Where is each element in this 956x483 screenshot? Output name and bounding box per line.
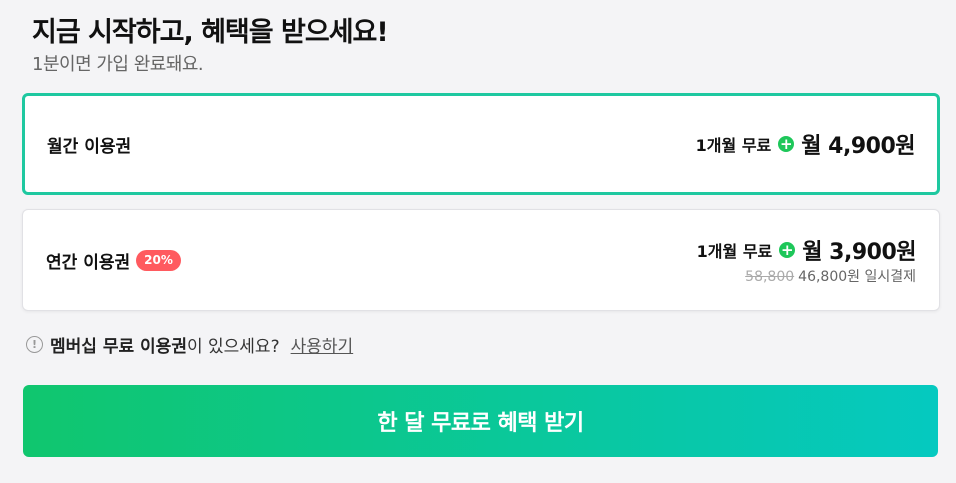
plan-name-label: 연간 이용권: [46, 253, 131, 273]
plan-price: 월 3,900원: [802, 240, 916, 265]
free-period-label: 1개월 무료: [696, 242, 773, 261]
discount-badge: 20%: [136, 250, 181, 271]
start-free-trial-button[interactable]: 한 달 무료로 혜택 받기: [23, 385, 938, 457]
notice-question: 이 있으세요?: [186, 337, 280, 357]
plan-name-label: 월간 이용권: [47, 137, 132, 157]
free-period-label: 1개월 무료: [695, 136, 772, 155]
lump-sum-price: 46,800원 일시결제: [798, 269, 916, 285]
plus-circle-icon: +: [778, 134, 795, 153]
page-title: 지금 시작하고, 혜택을 받으세요!: [32, 17, 389, 48]
page-subtitle: 1분이면 가입 완료돼요.: [32, 54, 204, 75]
plan-option-monthly[interactable]: 월간 이용권 1개월 무료 + 월 4,900원: [22, 93, 940, 195]
notice-text: 멤버십 무료 이용권이 있으세요?: [50, 332, 280, 357]
use-voucher-link[interactable]: 사용하기: [291, 332, 354, 357]
plus-circle-icon: +: [779, 240, 796, 259]
lump-sum-info: 58,800 46,800원 일시결제: [745, 266, 916, 286]
notice-bold-text: 멤버십 무료 이용권: [50, 337, 187, 357]
membership-notice: ! 멤버십 무료 이용권이 있으세요? 사용하기: [26, 332, 353, 357]
original-price: 58,800: [745, 269, 795, 285]
plan-price: 월 4,900원: [801, 134, 915, 159]
info-circle-icon: !: [26, 336, 43, 353]
plan-option-yearly[interactable]: 연간 이용권 20% 1개월 무료 + 월 3,900원 58,800 46,80…: [22, 209, 940, 311]
